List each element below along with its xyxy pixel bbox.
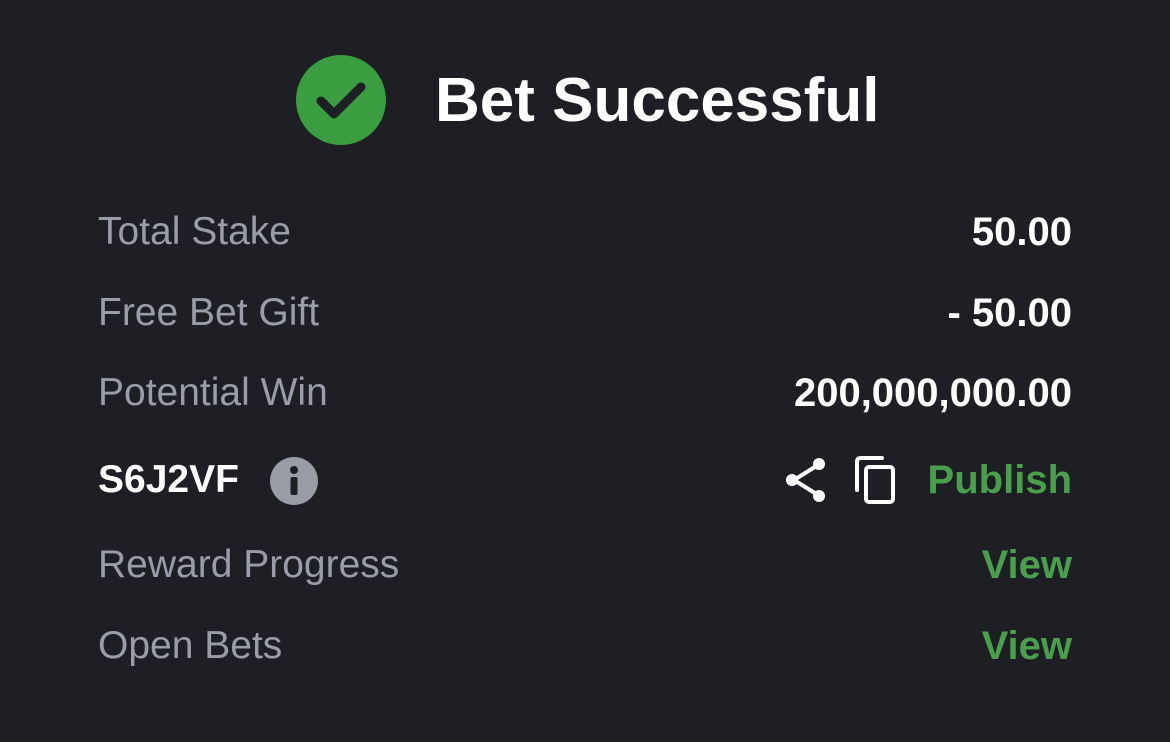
potential-win-value: 200,000,000.00: [793, 371, 1072, 415]
page-title: Bet Successful: [435, 66, 880, 135]
reward-progress-label: Reward Progress: [98, 543, 400, 586]
publish-button[interactable]: Publish: [928, 450, 1072, 510]
total-stake-row: Total Stake 50.00: [98, 202, 1072, 262]
reward-progress-view-link[interactable]: View: [982, 535, 1072, 595]
reward-progress-row: Reward Progress View: [98, 535, 1072, 595]
booking-code-row: S6J2VF Publish: [98, 450, 1072, 510]
open-bets-view-link[interactable]: View: [982, 616, 1072, 676]
booking-code: S6J2VF: [98, 458, 239, 501]
free-bet-gift-row: Free Bet Gift - 50.00: [98, 283, 1072, 343]
open-bets-label: Open Bets: [98, 624, 283, 667]
potential-win-row: Potential Win 200,000,000.00: [98, 363, 1072, 423]
info-icon[interactable]: [270, 457, 318, 505]
bet-success-header: Bet Successful: [0, 55, 1170, 147]
potential-win-label: Potential Win: [98, 371, 328, 414]
open-bets-row: Open Bets View: [98, 616, 1072, 676]
copy-icon[interactable]: [852, 454, 902, 506]
total-stake-label: Total Stake: [98, 210, 291, 253]
share-icon[interactable]: [782, 455, 832, 505]
free-bet-gift-value: - 50.00: [947, 291, 1072, 335]
total-stake-value: 50.00: [971, 210, 1072, 254]
free-bet-gift-label: Free Bet Gift: [98, 291, 320, 334]
check-circle-icon: [296, 55, 386, 145]
